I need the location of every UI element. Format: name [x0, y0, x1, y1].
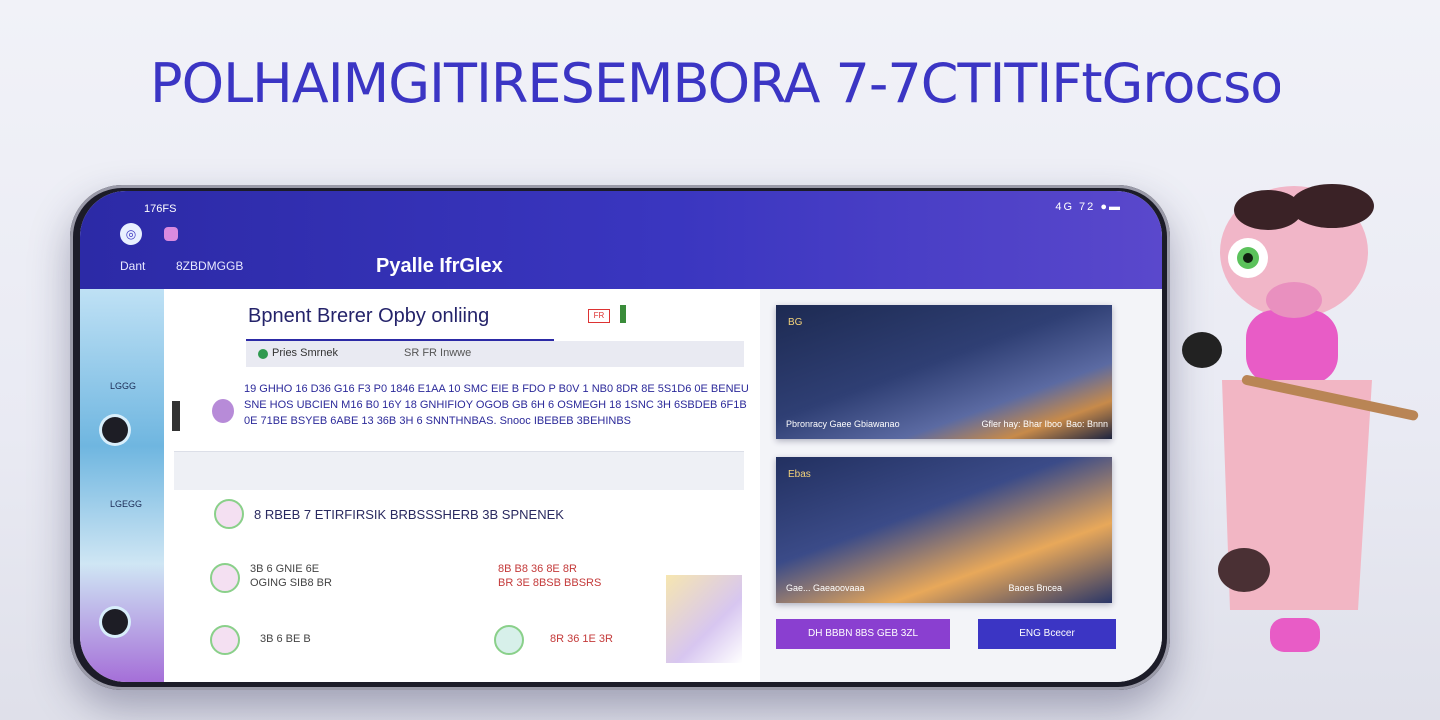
page-title: Pyalle IfrGlex	[376, 255, 503, 277]
list-item-text: 3B 6 BE B	[260, 633, 311, 645]
thumbnail[interactable]	[666, 575, 742, 663]
card-caption: Gae... Gaeaoovaaa	[786, 583, 865, 593]
nav-menu-label[interactable]: 8ZBDMGGB	[176, 259, 243, 273]
description-text: 19 GHHO 16 D36 G16 F3 P0 1846 E1AA 10 SM…	[244, 383, 749, 427]
phone-frame: 176FS 4G 72 ●▬ ◎ Dant 8ZBDMGGB Pyalle If…	[70, 185, 1170, 690]
sidebar-item-icon[interactable]	[102, 609, 128, 635]
tab-first[interactable]: Pries Smrnek	[272, 347, 338, 359]
media-card[interactable]: BG Pbronracy Gaee Gbiawanao Gfler hay: B…	[776, 305, 1112, 439]
main-panel: Bpnent Brerer Opby onliing FR Pries Smrn…	[164, 289, 760, 682]
tab-bar: Pries Smrnek SR FR Inwwe	[246, 341, 744, 367]
sidebar-label-1: LGGG	[110, 381, 137, 391]
scroll-handle[interactable]	[172, 401, 180, 431]
section-title: Bpnent Brerer Opby onliing	[248, 305, 490, 327]
tab-second[interactable]: SR FR Inwwe	[404, 347, 471, 359]
card-caption-extra: Bao: Bnnn	[1065, 419, 1108, 429]
app-screen: 176FS 4G 72 ●▬ ◎ Dant 8ZBDMGGB Pyalle If…	[80, 191, 1162, 682]
status-badge: FR	[588, 309, 610, 323]
card-caption: Pbronracy Gaee Gbiawanao	[786, 419, 900, 429]
card-caption-right: Baoes Bncea	[1008, 583, 1062, 593]
card-tag: Ebas	[788, 469, 811, 480]
media-card[interactable]: Ebas Gae... Gaeaoovaaa Baoes Bncea	[776, 457, 1112, 603]
mascot-character	[1182, 184, 1419, 652]
sidebar-item-icon[interactable]	[102, 417, 128, 443]
user-avatar-icon	[210, 625, 240, 655]
avatar-icon	[212, 399, 234, 423]
notification-icon[interactable]	[164, 227, 178, 241]
media-panel: BG Pbronracy Gaee Gbiawanao Gfler hay: B…	[760, 289, 1162, 682]
app-tile-icon	[494, 625, 524, 655]
list-item-tag: BR 3E 8BSB BBSRS	[498, 577, 602, 589]
status-dot-icon	[258, 349, 268, 359]
nav-label-left[interactable]: Dant	[120, 259, 145, 273]
card-caption-right: Gfler hay: Bhar Iboo	[981, 419, 1062, 429]
page-headline: POLHAIMGITIRESEMBORA 7-7CTITIFtGrocsod I…	[150, 52, 1280, 115]
sidebar-label-2: LGEGG	[110, 499, 143, 509]
list-item-tag: 8R 36 1E 3R	[550, 633, 613, 645]
battery-icon	[620, 305, 626, 323]
user-avatar-icon	[210, 563, 240, 593]
primary-button[interactable]: DH BBBN 8BS GEB 3ZL	[776, 619, 950, 649]
list-item-text: 8 RBEB 7 ETIRFIRSIK BRBSSSHERB 3B SPNENE…	[254, 507, 564, 522]
divider-band	[174, 451, 744, 490]
top-bar: 176FS 4G 72 ●▬ ◎ Dant 8ZBDMGGB Pyalle If…	[80, 191, 1162, 289]
list-item-subtext: OGING SIB8 BR	[250, 577, 332, 589]
left-sidebar: LGGG LGEGG	[80, 289, 164, 682]
list-item-text: 3B 6 GNIE 6E	[250, 563, 320, 575]
list-item-tag: 8B B8 36 8E 8R	[498, 563, 577, 575]
home-icon[interactable]: ◎	[120, 223, 142, 245]
status-icons: 4G 72 ●▬	[1055, 201, 1122, 213]
card-tag: BG	[788, 317, 803, 328]
user-avatar-icon	[214, 499, 244, 529]
status-time: 176FS	[144, 203, 177, 215]
secondary-button[interactable]: ENG Bcecer	[978, 619, 1116, 649]
